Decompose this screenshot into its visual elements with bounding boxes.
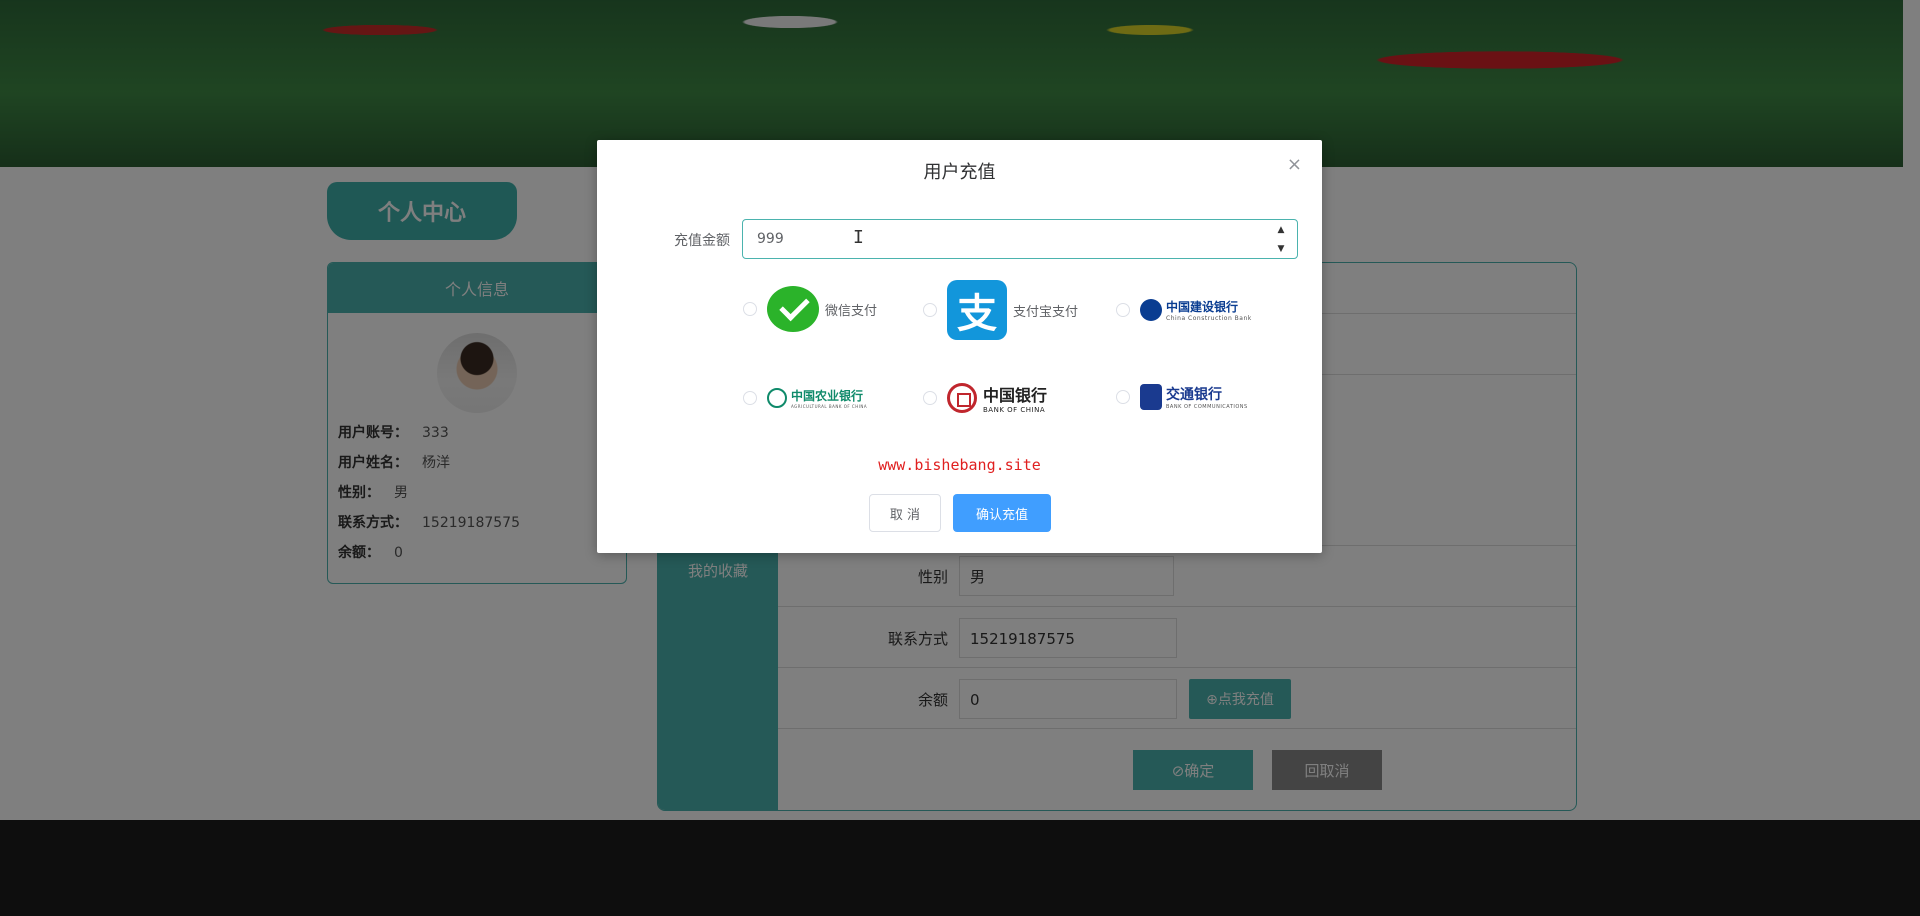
bank-subtitle: BANK OF COMMUNICATIONS [1166,404,1248,410]
dialog-cancel-button[interactable]: 取 消 [869,494,941,532]
bank-name: 中国建设银行 [1166,300,1239,314]
pay-option-wechat[interactable]: 微信支付 [743,286,877,332]
radio-button[interactable] [743,302,757,316]
bank-name: 中国银行 [983,386,1048,405]
bocom-emblem [1140,384,1162,410]
abc-emblem [767,387,787,408]
close-icon[interactable]: × [1287,154,1302,175]
decrease-icon[interactable]: ▼ [1265,239,1297,258]
bank-name: 交通银行 [1166,387,1222,403]
radio-button[interactable] [743,390,757,405]
text-cursor-icon: I [853,227,864,248]
dialog-confirm-button[interactable]: 确认充值 [953,494,1051,532]
alipay-logo: 支 [947,280,1007,340]
pay-option-abc[interactable]: 中国农业银行 AGRICULTURAL BANK OF CHINA [743,386,867,409]
ccb-logo: 中国建设银行 China Construction Bank [1140,297,1252,322]
increase-icon[interactable]: ▲ [1265,220,1297,239]
recharge-dialog: 用户充值 × 充值金额 ▲ ▼ I 微信支付 支 支付宝支付 中国建设银行 Ch… [597,140,1322,553]
pay-option-ccb[interactable]: 中国建设银行 China Construction Bank [1116,297,1252,322]
radio-button[interactable] [1116,390,1130,404]
pay-option-label: 支付宝支付 [1013,304,1079,320]
pay-option-alipay[interactable]: 支 支付宝支付 [923,280,1078,340]
radio-button[interactable] [923,303,937,317]
wechat-pay-logo [767,286,819,332]
bocom-logo: 交通银行 BANK OF COMMUNICATIONS [1140,384,1248,410]
pay-option-label: 微信支付 [825,303,878,319]
bank-subtitle: China Construction Bank [1166,315,1252,322]
radio-button[interactable] [1116,302,1130,317]
amount-input[interactable] [742,219,1298,259]
amount-stepper[interactable]: ▲ ▼ [1265,220,1297,258]
radio-button[interactable] [923,391,937,405]
pay-option-bocom[interactable]: 交通银行 BANK OF COMMUNICATIONS [1116,384,1248,410]
bank-name: 中国农业银行 [791,389,864,403]
ccb-emblem [1140,298,1162,321]
boc-logo: 中国银行 BANK OF CHINA [947,382,1047,414]
pay-option-boc[interactable]: 中国银行 BANK OF CHINA [923,382,1047,414]
watermark-text: www.bishebang.site [878,456,1041,474]
dialog-title: 用户充值 [923,162,996,183]
amount-label: 充值金额 [674,233,730,249]
boc-emblem [947,383,977,413]
bank-subtitle: BANK OF CHINA [983,406,1046,414]
bank-subtitle: AGRICULTURAL BANK OF CHINA [791,404,868,409]
abc-logo: 中国农业银行 AGRICULTURAL BANK OF CHINA [767,386,867,409]
